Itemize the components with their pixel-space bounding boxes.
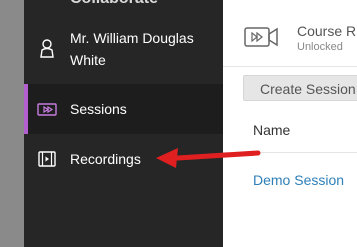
app-title: Collaborate <box>70 0 158 8</box>
annotation-arrow <box>156 148 261 168</box>
profile-name-line2: White <box>70 52 106 68</box>
course-room-title[interactable]: Course R <box>297 23 356 39</box>
create-session-button[interactable]: Create Session <box>243 75 357 101</box>
profile-name-line1: Mr. William Douglas <box>70 30 194 46</box>
sidebar-item-profile[interactable]: Mr. William Douglas White <box>24 23 223 73</box>
sidebar-item-sessions[interactable]: Sessions <box>24 84 223 134</box>
session-link[interactable]: Demo Session <box>253 172 344 188</box>
film-icon <box>38 151 56 167</box>
user-icon <box>40 39 54 58</box>
sidebar: Collaborate Mr. William Douglas White Se… <box>24 0 223 247</box>
video-icon <box>37 103 57 116</box>
sidebar-item-label: Mr. William Douglas White <box>70 27 194 71</box>
column-header-name[interactable]: Name <box>253 122 290 138</box>
main-panel: Course R Unlocked Create Session Name De… <box>223 0 357 247</box>
arrow-head <box>156 148 178 168</box>
sidebar-item-label: Sessions <box>70 101 127 117</box>
arrow-shaft <box>175 150 261 161</box>
sidebar-item-label: Recordings <box>70 151 141 167</box>
video-room-icon <box>244 27 278 47</box>
divider <box>223 66 357 67</box>
window-gutter <box>0 0 24 247</box>
course-room-status: Unlocked <box>297 41 343 53</box>
